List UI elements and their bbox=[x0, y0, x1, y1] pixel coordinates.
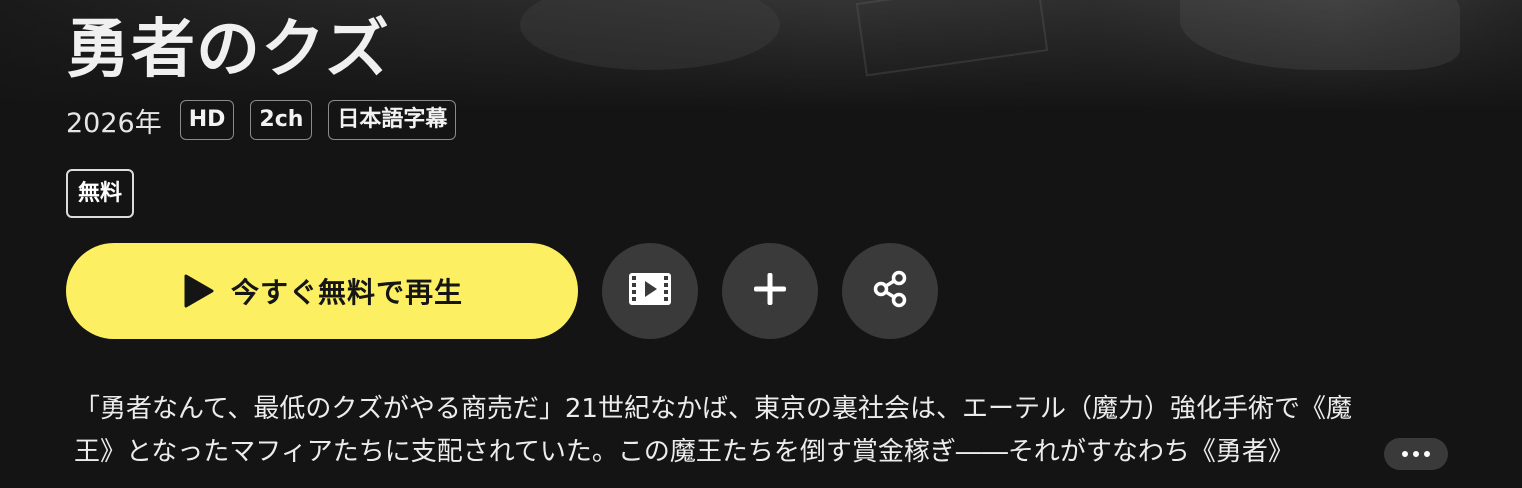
film-icon bbox=[628, 272, 672, 310]
add-to-list-button[interactable] bbox=[722, 243, 818, 339]
synopsis-line-1: 「勇者なんて、最低のクズがやる商売だ」21世紀なかば、東京の裏社会は、エーテル（… bbox=[74, 394, 1352, 424]
meta-row: 2026年 HD 2ch 日本語字幕 bbox=[66, 100, 457, 140]
page-title: 勇者のクズ bbox=[66, 13, 390, 87]
play-icon bbox=[181, 274, 215, 308]
trailer-button[interactable] bbox=[602, 243, 698, 339]
share-icon bbox=[870, 269, 910, 313]
action-bar: 今すぐ無料で再生 bbox=[66, 243, 938, 339]
play-button-label: 今すぐ無料で再生 bbox=[230, 276, 463, 309]
release-year: 2026年 bbox=[66, 107, 162, 139]
synopsis-line-2: 王》となったマフィアたちに支配されていた。この魔王たちを倒す賞金稼ぎ――それがす… bbox=[74, 437, 1294, 467]
play-free-button[interactable]: 今すぐ無料で再生 bbox=[66, 243, 578, 339]
quality-tag: HD bbox=[179, 100, 235, 140]
subtitle-tag: 日本語字幕 bbox=[328, 100, 457, 140]
plus-icon bbox=[752, 271, 788, 311]
title-detail-page: 勇者のクズ 2026年 HD 2ch 日本語字幕 無料 今すぐ無料で再生 「勇者… bbox=[0, 0, 1522, 488]
share-button[interactable] bbox=[842, 243, 938, 339]
ellipsis-icon bbox=[1402, 451, 1408, 457]
audio-tag: 2ch bbox=[250, 100, 313, 140]
expand-synopsis-button[interactable] bbox=[1384, 438, 1448, 470]
free-badge: 無料 bbox=[66, 169, 135, 218]
synopsis: 「勇者なんて、最低のクズがやる商売だ」21世紀なかば、東京の裏社会は、エーテル（… bbox=[74, 388, 1464, 474]
synopsis-fade bbox=[1330, 430, 1386, 476]
